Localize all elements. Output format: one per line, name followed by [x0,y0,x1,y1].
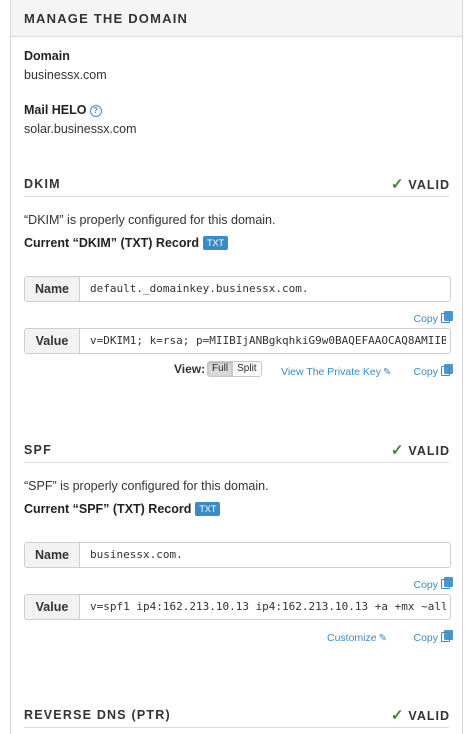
dkim-value-copy-label: Copy [413,366,438,378]
dkim-name-input[interactable]: default._domainkey.businessx.com. [90,277,446,301]
dkim-description: “DKIM” is properly configured for this d… [24,213,276,227]
reverse-dns-section-title: REVERSE DNS (PTR) [24,708,171,722]
spf-txt-badge: TXT [195,502,221,516]
spf-value-addon: Value [25,595,80,619]
mail-helo-value: solar.businessx.com [24,122,137,136]
dkim-name-copy-button[interactable]: Copy [413,309,453,327]
spf-name-copy-label: Copy [413,579,438,591]
checkmark-icon: ✓ [390,442,405,459]
reverse-dns-divider [24,727,449,728]
panel-title: MANAGE THE DOMAIN [24,11,189,26]
spf-value-field[interactable]: Value v=spf1 ip4:162.213.10.13 ip4:162.2… [24,594,451,620]
copy-icon [441,630,453,642]
spf-record-heading: Current “SPF” (TXT) Record [24,502,192,516]
spf-name-addon: Name [25,543,80,567]
spf-customize-label: Customize [327,632,377,644]
mail-helo-label: Mail HELO [24,103,87,117]
spf-status: ✓ VALID [391,441,450,459]
domain-value: businessx.com [24,68,107,82]
dkim-txt-badge: TXT [203,236,228,250]
copy-icon [441,364,453,376]
dkim-value-copy-button[interactable]: Copy [413,362,453,380]
checkmark-icon: ✓ [390,176,405,193]
dkim-name-copy-label: Copy [413,313,438,325]
panel-header: MANAGE THE DOMAIN [11,0,462,37]
reverse-dns-status: ✓ VALID [391,706,450,724]
spf-value-copy-label: Copy [413,632,438,644]
view-full-option[interactable]: Full [208,362,233,376]
copy-icon [441,311,453,323]
dkim-value-input[interactable]: v=DKIM1; k=rsa; p=MIIBIjANBgkqhkiG9w0BAQ… [90,329,446,353]
spf-name-input[interactable]: businessx.com. [90,543,446,567]
dkim-name-addon: Name [25,277,80,301]
mail-helo-label-row: Mail HELO? [24,103,102,117]
dkim-record-heading-row: Current “DKIM” (TXT) Record TXT [24,236,228,250]
pencil-icon: ✎ [383,367,392,378]
dkim-view-toggle: Full Split [207,361,262,377]
dkim-divider [24,196,449,197]
view-split-option[interactable]: Split [232,362,261,376]
dkim-view-label: View: [174,362,206,376]
spf-section-title: SPF [24,443,52,457]
dkim-name-field[interactable]: Name default._domainkey.businessx.com. [24,276,451,302]
dkim-status-text: VALID [408,178,450,192]
reverse-dns-status-text: VALID [408,709,450,723]
view-private-key-link[interactable]: View The Private Key ✎ [281,362,391,380]
spf-description: “SPF” is properly configured for this do… [24,479,269,493]
spf-divider [24,462,449,463]
spf-name-copy-button[interactable]: Copy [413,575,453,593]
view-private-key-label: View The Private Key [281,366,381,378]
checkmark-icon: ✓ [390,707,405,724]
manage-domain-panel: MANAGE THE DOMAIN Domain businessx.com M… [10,0,463,734]
spf-record-heading-row: Current “SPF” (TXT) Record TXT [24,502,221,516]
spf-name-field[interactable]: Name businessx.com. [24,542,451,568]
pencil-icon: ✎ [378,633,387,644]
spf-value-copy-button[interactable]: Copy [413,628,453,646]
dkim-status: ✓ VALID [391,175,450,193]
copy-icon [441,577,453,589]
spf-status-text: VALID [408,444,450,458]
dkim-section-title: DKIM [24,177,61,191]
spf-customize-link[interactable]: Customize ✎ [327,628,387,646]
dkim-value-field[interactable]: Value v=DKIM1; k=rsa; p=MIIBIjANBgkqhkiG… [24,328,451,354]
domain-label: Domain [24,49,70,63]
dkim-value-addon: Value [25,329,80,353]
spf-value-input[interactable]: v=spf1 ip4:162.213.10.13 ip4:162.213.10.… [90,595,446,619]
question-circle-icon[interactable]: ? [89,105,102,117]
dkim-record-heading: Current “DKIM” (TXT) Record [24,236,199,250]
